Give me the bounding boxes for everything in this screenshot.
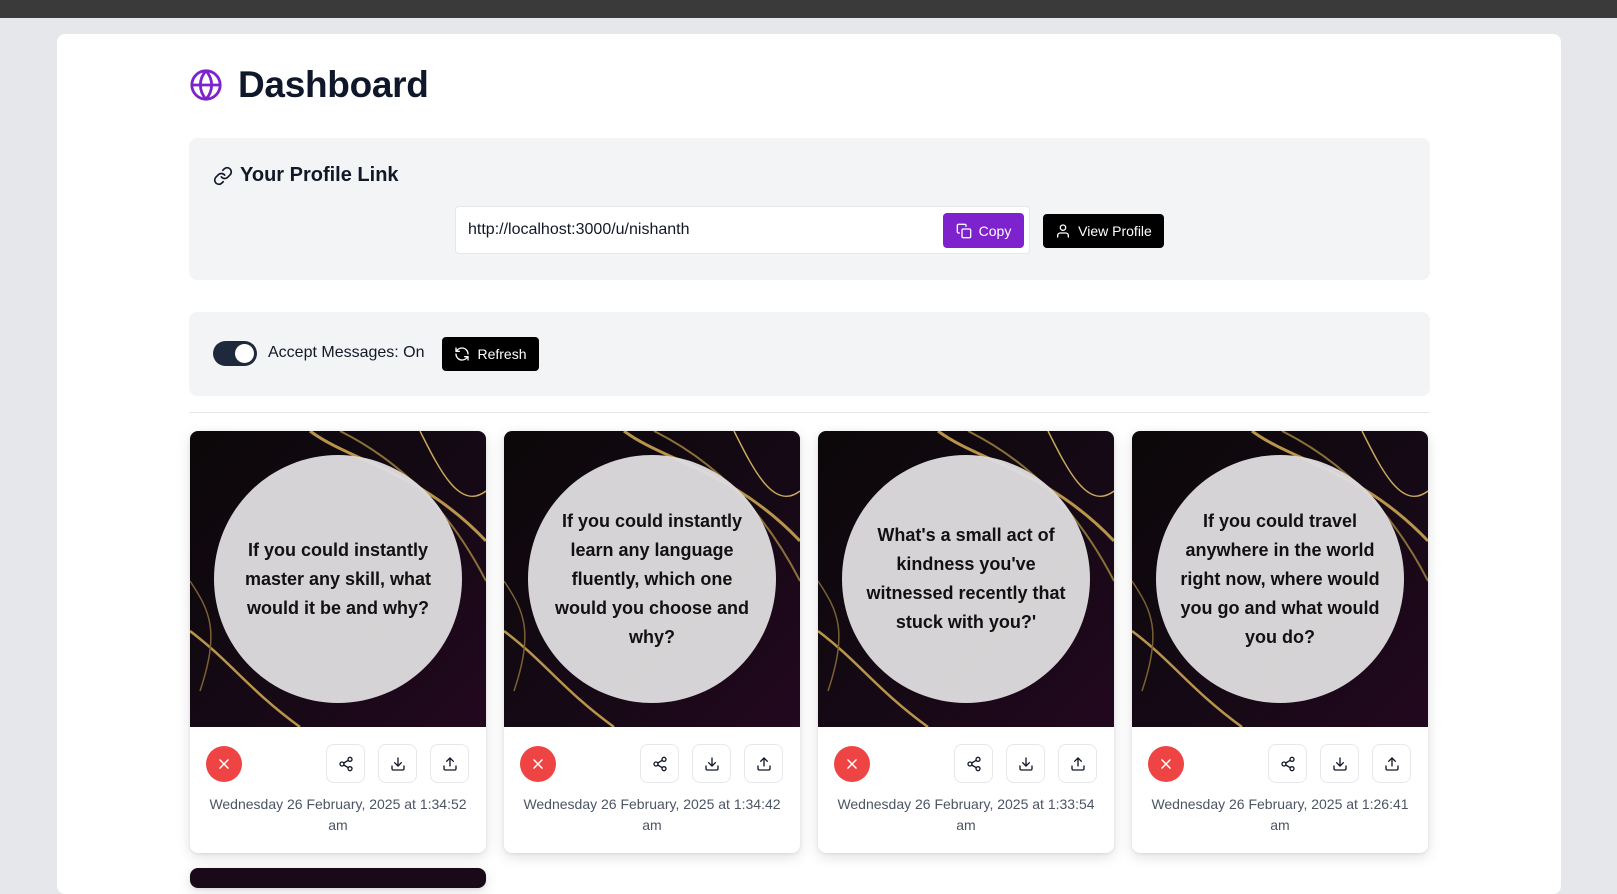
x-icon — [219, 759, 229, 769]
copy-button[interactable]: Copy — [943, 213, 1024, 248]
accept-messages-section: Accept Messages: On Refresh — [189, 312, 1430, 396]
message-image-partial — [190, 868, 486, 888]
message-card-partial — [190, 868, 486, 888]
copy-icon — [956, 223, 971, 238]
page-title: Dashboard — [238, 64, 429, 105]
message-image: If you could travel anywhere in the worl… — [1132, 431, 1428, 727]
delete-message-button[interactable] — [206, 746, 242, 782]
delete-message-button[interactable] — [520, 746, 556, 782]
share-button[interactable] — [1268, 744, 1307, 783]
share-button[interactable] — [326, 744, 365, 783]
download-button[interactable] — [1006, 744, 1045, 783]
message-card: What's a small act of kindness you've wi… — [818, 431, 1114, 853]
download-icon — [1332, 756, 1347, 771]
profile-link-heading-text: Your Profile Link — [240, 164, 399, 186]
upload-button[interactable] — [1058, 744, 1097, 783]
delete-message-button[interactable] — [1148, 746, 1184, 782]
message-text: If you could instantly master any skill,… — [244, 539, 432, 618]
download-button[interactable] — [1320, 744, 1359, 783]
message-image: If you could instantly learn any languag… — [504, 431, 800, 727]
accept-messages-label: Accept Messages: On — [268, 344, 425, 361]
delete-message-button[interactable] — [834, 746, 870, 782]
share-button[interactable] — [640, 744, 679, 783]
upload-button[interactable] — [430, 744, 469, 783]
download-icon — [390, 756, 405, 771]
upload-icon — [1384, 756, 1399, 771]
copy-button-label: Copy — [978, 222, 1012, 239]
message-text: If you could instantly learn any languag… — [554, 510, 749, 647]
upload-button[interactable] — [1372, 744, 1411, 783]
user-icon — [1057, 224, 1070, 238]
message-card: If you could instantly master any skill,… — [190, 431, 486, 853]
share-button[interactable] — [954, 744, 993, 783]
message-bubble: What's a small act of kindness you've wi… — [842, 455, 1090, 703]
refresh-button[interactable]: Refresh — [442, 337, 539, 371]
upload-button[interactable] — [744, 744, 783, 783]
view-profile-button[interactable]: View Profile — [1043, 214, 1164, 248]
message-text: What's a small act of kindness you've wi… — [866, 525, 1066, 632]
page-header: Dashboard — [189, 64, 429, 106]
browser-top-bar — [0, 0, 1617, 18]
share-icon — [338, 756, 353, 771]
download-button[interactable] — [692, 744, 731, 783]
share-icon — [1280, 756, 1295, 771]
globe-icon — [190, 69, 222, 101]
section-divider — [189, 412, 1430, 413]
message-bubble: If you could instantly learn any languag… — [528, 455, 776, 703]
message-date: Wednesday 26 February, 2025 at 1:33:54 a… — [837, 796, 1095, 833]
message-image: If you could instantly master any skill,… — [190, 431, 486, 727]
message-date: Wednesday 26 February, 2025 at 1:34:52 a… — [209, 796, 467, 833]
upload-icon — [1070, 756, 1085, 771]
download-button[interactable] — [378, 744, 417, 783]
message-text: If you could travel anywhere in the worl… — [1180, 510, 1380, 647]
message-card: If you could instantly learn any languag… — [504, 431, 800, 853]
toggle-knob — [235, 344, 254, 363]
message-date: Wednesday 26 February, 2025 at 1:34:42 a… — [523, 796, 781, 833]
message-date: Wednesday 26 February, 2025 at 1:26:41 a… — [1151, 796, 1409, 833]
share-icon — [652, 756, 667, 771]
profile-link-section: Your Profile Link Copy View Profile — [189, 138, 1430, 280]
message-image: What's a small act of kindness you've wi… — [818, 431, 1114, 727]
download-icon — [704, 756, 719, 771]
profile-link-heading: Your Profile Link — [213, 164, 399, 187]
profile-url-input[interactable] — [456, 207, 940, 253]
profile-url-field: Copy — [455, 206, 1030, 254]
refresh-icon — [455, 347, 470, 361]
download-icon — [1018, 756, 1033, 771]
message-card: If you could travel anywhere in the worl… — [1132, 431, 1428, 853]
dashboard-panel: Dashboard Your Profile Link Copy — [57, 34, 1561, 894]
share-icon — [966, 756, 981, 771]
upload-icon — [442, 756, 457, 771]
x-icon — [533, 759, 543, 769]
refresh-label: Refresh — [477, 346, 527, 362]
accept-messages-toggle[interactable] — [213, 341, 257, 366]
view-profile-label: View Profile — [1078, 223, 1152, 239]
x-icon — [847, 759, 857, 769]
upload-icon — [756, 756, 771, 771]
link-icon — [213, 166, 233, 185]
message-bubble: If you could travel anywhere in the worl… — [1156, 455, 1404, 703]
message-bubble: If you could instantly master any skill,… — [214, 455, 462, 703]
x-icon — [1161, 759, 1171, 769]
